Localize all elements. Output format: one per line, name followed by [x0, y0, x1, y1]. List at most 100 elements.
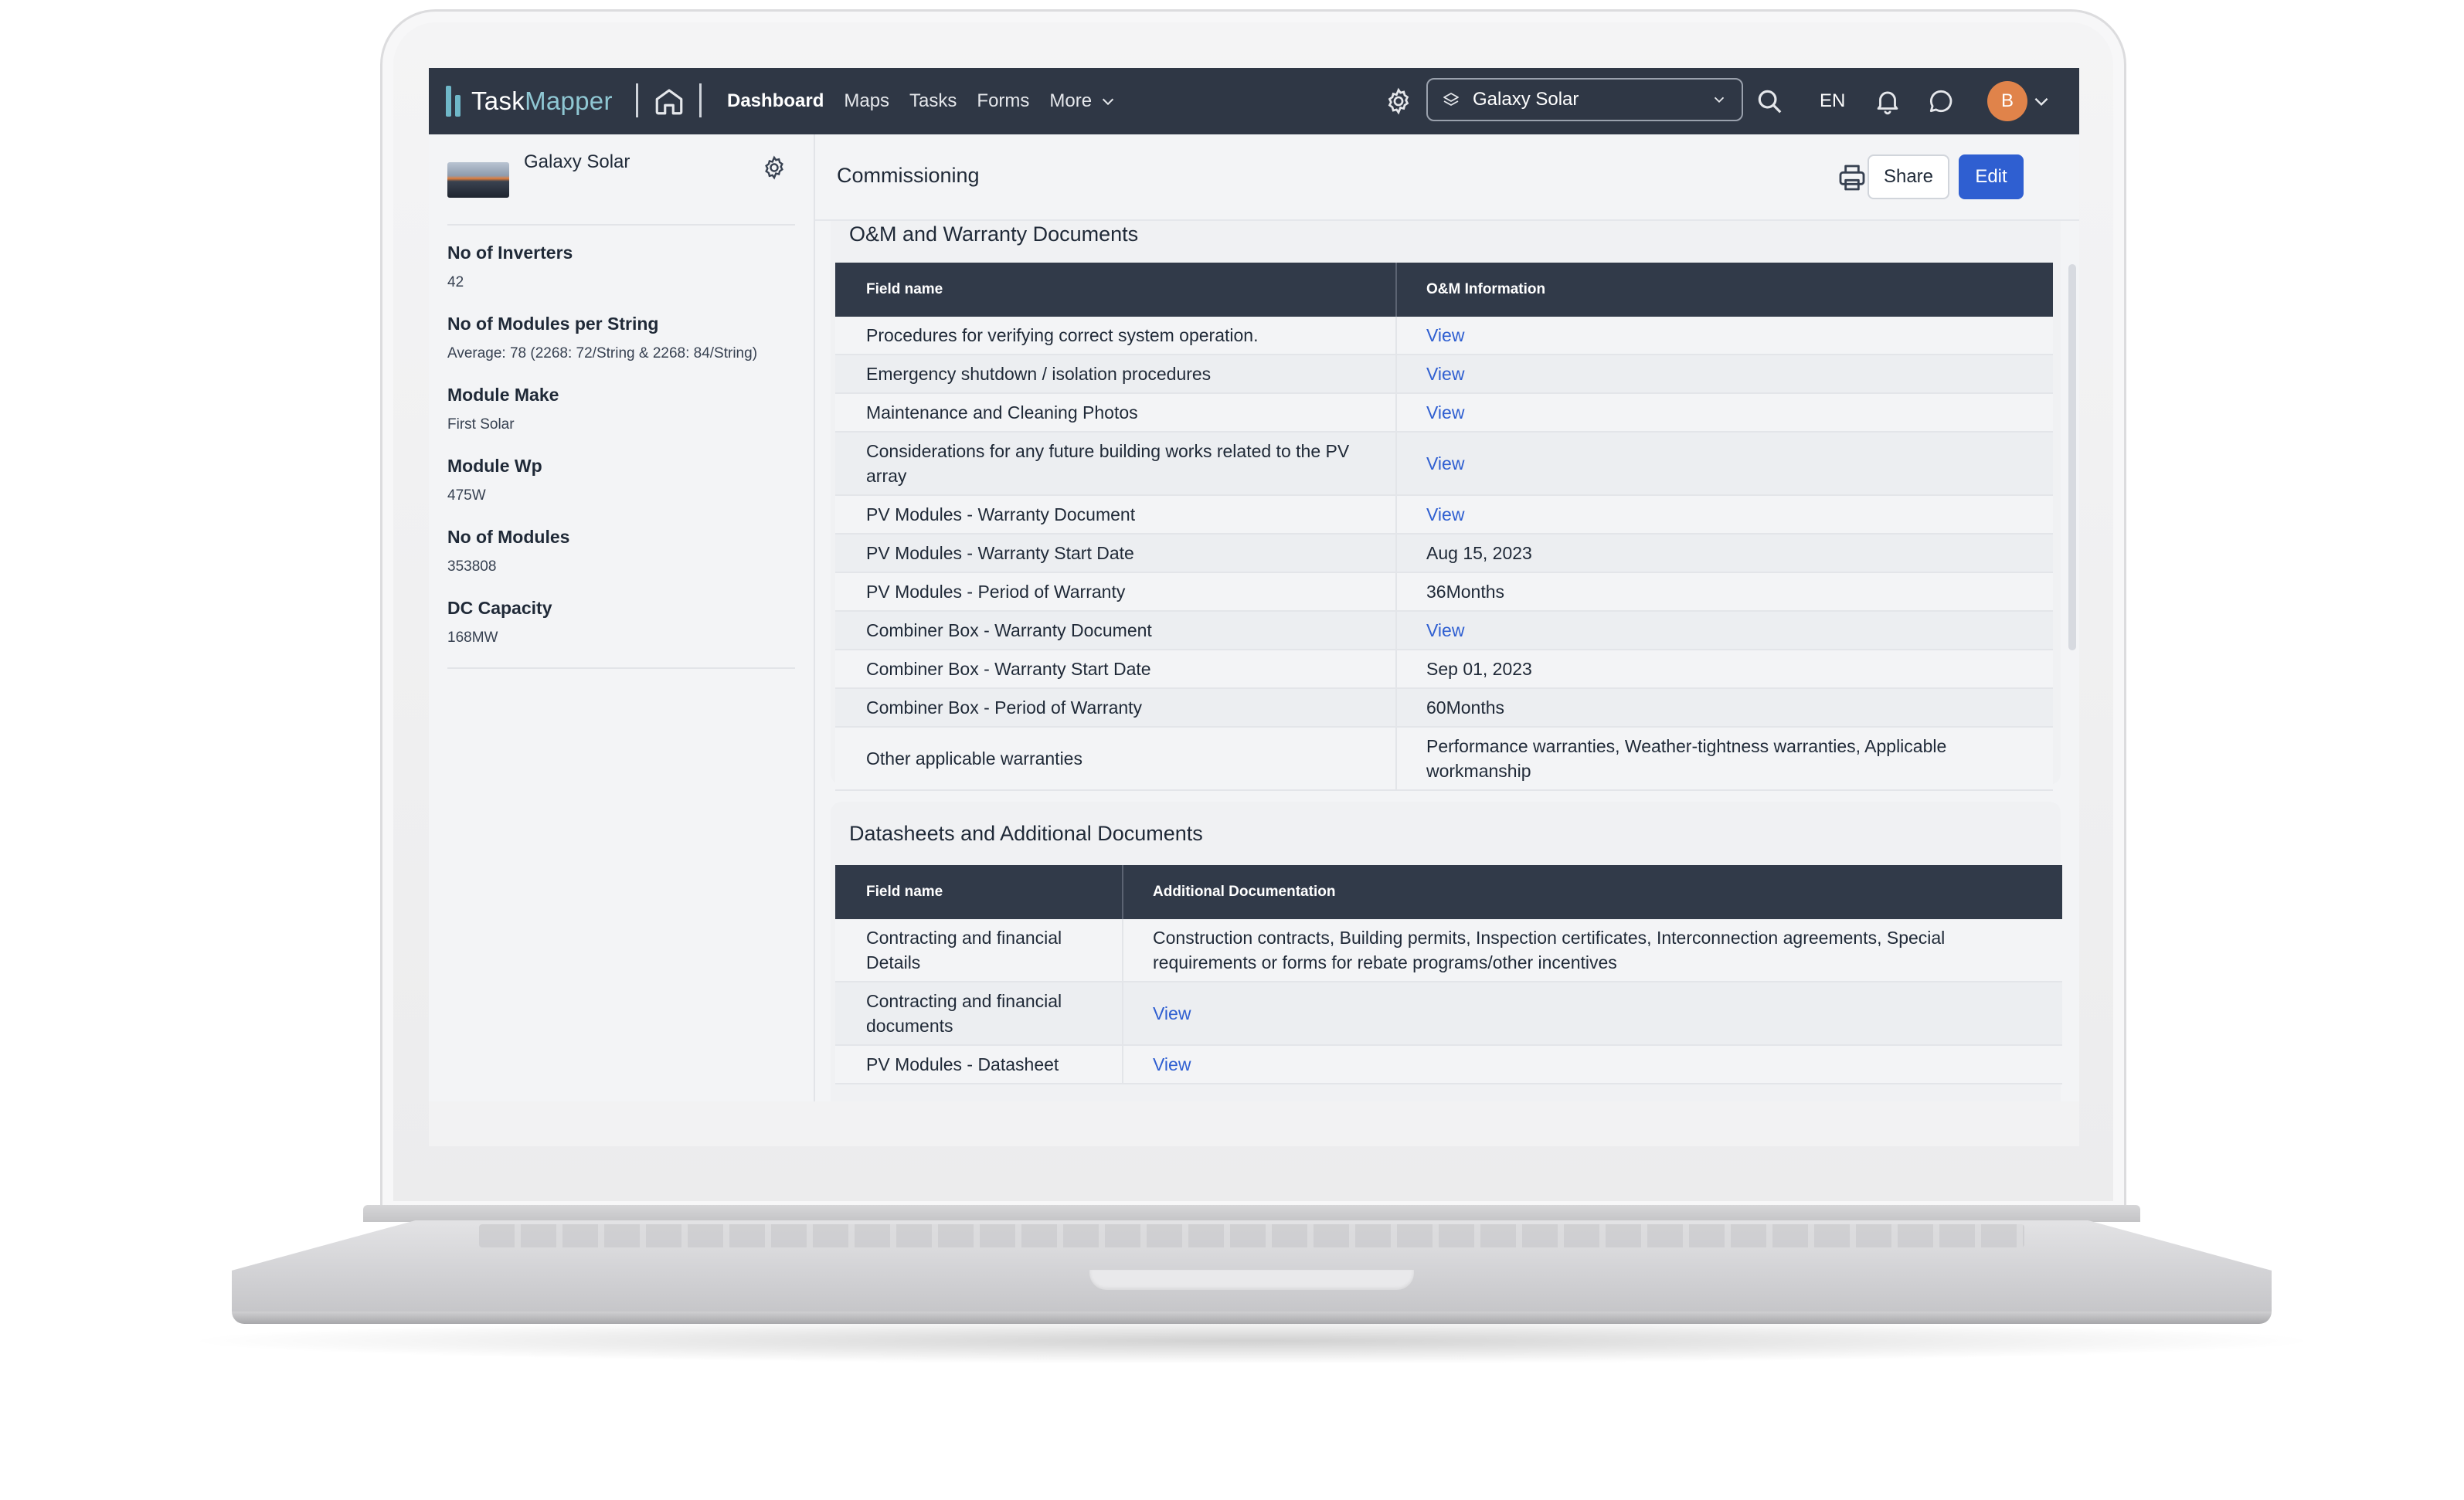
nav-maps[interactable]: Maps	[844, 90, 889, 112]
field-name-cell: Emergency shutdown / isolation procedure…	[835, 355, 1396, 394]
view-link[interactable]: View	[1395, 432, 2053, 496]
site-name: Galaxy Solar	[524, 151, 630, 172]
home-icon[interactable]	[653, 85, 685, 117]
field-name-cell: Other applicable warranties	[835, 727, 1396, 791]
attribute-value: 168MW	[447, 630, 498, 646]
attribute-inverters: No of Inverters 42	[447, 243, 573, 291]
table-row: Considerations for any future building w…	[835, 432, 2053, 496]
printer-icon[interactable]	[1837, 162, 1868, 193]
view-link[interactable]: View	[1395, 355, 2053, 394]
field-name-cell: Considerations for any future building w…	[835, 432, 1396, 496]
field-name-cell: Contracting and financial documents	[835, 982, 1123, 1046]
value-cell: Aug 15, 2023	[1395, 534, 2053, 573]
chat-bubble-icon[interactable]	[1926, 87, 1956, 116]
attribute-value: First Solar	[447, 416, 515, 433]
attribute-module-count: No of Modules 353808	[447, 527, 569, 575]
scroll-area[interactable]: O&M and Warranty Documents Field name O&…	[815, 221, 2079, 1101]
value-cell: 36Months	[1395, 572, 2053, 612]
nav-dashboard[interactable]: Dashboard	[727, 90, 824, 112]
attribute-modules-per-string: No of Modules per String Average: 78 (22…	[447, 314, 757, 362]
project-selector[interactable]: Galaxy Solar	[1426, 78, 1743, 121]
main-content: Commissioning Share Edit O&M and Warrant…	[815, 134, 2079, 1101]
view-link[interactable]: View	[1122, 1045, 2062, 1084]
field-name-cell: PV Modules - Warranty Start Date	[835, 534, 1396, 573]
table-row: PV Modules - Period of Warranty 36Months	[835, 572, 2053, 612]
edit-button-label: Edit	[1975, 166, 2007, 187]
om-warranty-card: O&M and Warranty Documents Field name O&…	[831, 221, 2076, 791]
chevron-down-icon	[1714, 97, 1725, 104]
table-row: PV Modules - Warranty Document View	[835, 495, 2053, 535]
divider	[447, 224, 795, 226]
logo-mark-icon	[446, 86, 461, 117]
logo-text-prefix: Task	[471, 87, 525, 115]
laptop-shadow	[178, 1318, 2326, 1364]
attribute-label: Module Wp	[447, 456, 542, 476]
nav-tasks[interactable]: Tasks	[909, 90, 957, 112]
avatar-initial: B	[2000, 90, 2014, 111]
language-label: EN	[1820, 90, 1846, 111]
attribute-value: 42	[447, 274, 464, 290]
value-cell: Performance warranties, Weather-tightnes…	[1395, 727, 2053, 791]
column-header: Field name	[835, 865, 1123, 919]
nav-label: Maps	[844, 90, 890, 111]
attribute-value: 353808	[447, 558, 497, 575]
field-name-cell: Combiner Box - Warranty Document	[835, 611, 1396, 650]
nav-label: More	[1049, 90, 1093, 111]
project-selector-value: Galaxy Solar	[1473, 89, 1579, 110]
value-cell: 60Months	[1395, 688, 2053, 728]
field-name-cell: PV Modules - Period of Warranty	[835, 572, 1396, 612]
table-header-row: Field name O&M Information	[835, 263, 2053, 317]
bell-icon[interactable]	[1873, 87, 1902, 116]
nav-forms[interactable]: Forms	[977, 90, 1029, 112]
attribute-dc-capacity: DC Capacity 168MW	[447, 598, 552, 646]
user-avatar[interactable]: B	[1987, 81, 2027, 121]
section-title: O&M and Warranty Documents	[849, 222, 1139, 246]
table-row: PV Modules - Datasheet View	[835, 1045, 2062, 1084]
field-name-cell: Combiner Box - Warranty Start Date	[835, 650, 1396, 689]
table-row: Emergency shutdown / isolation procedure…	[835, 355, 2053, 394]
laptop-hinge	[363, 1205, 2140, 1222]
view-link[interactable]: View	[1395, 317, 2053, 355]
table-header-row: Field name Additional Documentation	[835, 865, 2062, 919]
site-info-sidebar: Galaxy Solar No of Inverters 42 No of Mo…	[429, 134, 815, 1101]
chevron-down-icon	[1102, 98, 1114, 106]
attribute-label: No of Inverters	[447, 243, 573, 263]
field-name-cell: Maintenance and Cleaning Photos	[835, 393, 1396, 433]
attribute-value: 475W	[447, 487, 486, 504]
nav-more[interactable]: More	[1049, 90, 1116, 112]
view-link[interactable]: View	[1122, 982, 2062, 1046]
share-button-label: Share	[1883, 166, 1934, 187]
view-link[interactable]: View	[1395, 611, 2053, 650]
table-row: Maintenance and Cleaning Photos View	[835, 393, 2053, 433]
table-row: Contracting and financial Details Constr…	[835, 919, 2062, 982]
datasheets-table: Field name Additional Documentation Cont…	[835, 865, 2062, 1084]
layers-icon	[1443, 93, 1459, 106]
table-scrollbar[interactable]	[2068, 264, 2076, 650]
attribute-label: Module Make	[447, 385, 559, 405]
site-settings-gear-icon[interactable]	[761, 154, 787, 181]
view-link[interactable]: View	[1395, 393, 2053, 433]
settings-gear-icon[interactable]	[1384, 87, 1413, 116]
attribute-label: No of Modules	[447, 527, 570, 547]
chevron-down-icon[interactable]	[2031, 91, 2051, 111]
app-logo[interactable]: TaskMapper	[446, 80, 613, 122]
table-row: Combiner Box - Period of Warranty 60Mont…	[835, 688, 2053, 728]
nav-label: Tasks	[909, 90, 957, 111]
laptop-base-edge	[232, 1312, 2272, 1324]
attribute-label: No of Modules per String	[447, 314, 659, 334]
nav-label: Forms	[977, 90, 1030, 111]
attribute-label: DC Capacity	[447, 598, 552, 618]
logo-text-suffix: Mapper	[525, 87, 613, 115]
keyboard-row	[479, 1224, 2024, 1247]
edit-button[interactable]: Edit	[1959, 154, 2024, 199]
om-warranty-table: Field name O&M Information Procedures fo…	[835, 263, 2053, 791]
attribute-module-wp: Module Wp 475W	[447, 456, 542, 504]
column-header: Field name	[835, 263, 1396, 317]
search-icon[interactable]	[1755, 87, 1784, 116]
view-link[interactable]: View	[1395, 495, 2053, 535]
table-row: PV Modules - Warranty Start Date Aug 15,…	[835, 534, 2053, 573]
attribute-value: Average: 78 (2268: 72/String & 2268: 84/…	[447, 345, 758, 361]
language-switcher[interactable]: EN	[1820, 68, 1845, 134]
share-button[interactable]: Share	[1868, 154, 1949, 199]
divider	[636, 83, 638, 117]
